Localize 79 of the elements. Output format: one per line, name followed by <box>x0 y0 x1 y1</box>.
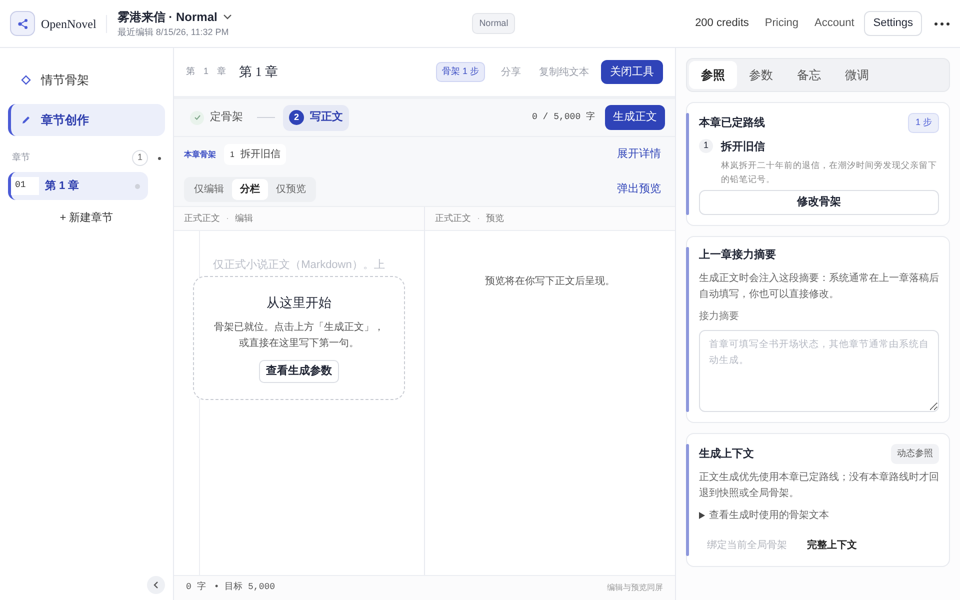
settings-button[interactable]: Settings <box>864 11 922 36</box>
more-icon[interactable] <box>934 22 950 26</box>
view-mode-tab[interactable]: 仅预览 <box>268 178 314 200</box>
start-card-title: 从这里开始 <box>266 294 332 312</box>
column-title: 正式正文 <box>184 212 220 225</box>
column-title: 正式正文 <box>435 212 471 225</box>
mode-badge: Normal <box>472 12 516 34</box>
start-card-text: 骨架已就位。点击上方「生成正文」，或直接在这里写下第一句。 <box>213 320 385 351</box>
step-label: 拆开旧信 <box>240 148 280 162</box>
skeleton-badge: 骨架 1 步 <box>436 62 485 82</box>
step-number: 1 <box>230 148 234 160</box>
nav-item[interactable]: 情节骨架 <box>8 64 165 96</box>
step-label: 定骨架 <box>210 110 243 126</box>
check-icon <box>190 110 204 124</box>
editor-field[interactable]: 仅正式小说正文（Markdown）。上 从这里开始 骨架已就位。点击上方「生成正文」，或直接在这里写下第一句。 查看生成参数 <box>200 231 424 575</box>
word-count: 0 / 5,000 字 <box>532 110 595 124</box>
step-label: 写正文 <box>310 110 343 126</box>
panel-tab[interactable]: 备忘 <box>785 61 833 89</box>
view-mode-tab[interactable]: 分栏 <box>232 178 268 200</box>
caret-icon <box>699 512 705 518</box>
card-title: 本章已定路线 <box>699 116 766 130</box>
card-title: 生成上下文 <box>699 446 755 462</box>
app-name: OpenNovel <box>41 14 108 32</box>
panel-tab[interactable]: 微调 <box>833 61 881 89</box>
target-count: • 目标 5,000 <box>214 581 276 594</box>
card-badge: 动态参照 <box>891 444 939 464</box>
disclosure-toggle[interactable]: 查看生成时使用的骨架文本 <box>699 508 939 522</box>
nav-item[interactable]: 章节创作 <box>8 104 165 136</box>
view-mode-tab[interactable]: 仅编辑 <box>186 178 232 200</box>
context-button: 绑定当前全局骨架 <box>699 534 795 556</box>
logo-icon[interactable] <box>10 11 35 36</box>
separator-dot: · <box>477 212 480 225</box>
step-number: 2 <box>289 110 304 125</box>
edit-skeleton-button[interactable]: 修改骨架 <box>699 190 939 214</box>
chevron-down-icon[interactable] <box>223 14 232 20</box>
column-mode: 预览 <box>486 212 504 225</box>
card-title: 上一章接力摘要 <box>699 248 777 262</box>
chapter-title: 第 1 章 <box>45 178 80 194</box>
project-title[interactable]: 雾港来信 · Normal <box>117 8 218 26</box>
word-count: 0 字 <box>186 581 206 594</box>
view-params-button[interactable]: 查看生成参数 <box>259 360 339 382</box>
collapse-button[interactable] <box>147 576 165 594</box>
step-item[interactable]: 定骨架 <box>184 104 249 130</box>
column-mode: 编辑 <box>235 212 253 225</box>
chapter-label: 第 1 章 <box>186 65 230 78</box>
generate-button[interactable]: 生成正文 <box>605 105 665 130</box>
credits-text: 200 credits <box>695 16 749 32</box>
panel-tab[interactable]: 参数 <box>737 61 785 89</box>
panel-tab[interactable]: 参照 <box>689 61 737 89</box>
step-title: 拆开旧信 <box>721 140 766 154</box>
close-tools-button[interactable]: 关闭工具 <box>601 60 663 84</box>
summary-field[interactable]: 首章可填写全书开场状态，其他章节通常由系统自动生成。 <box>699 330 939 412</box>
field-label: 接力摘要 <box>699 310 740 324</box>
card-description: 生成正文时会注入这段摘要：系统通常在上一章落稿后自动填写，你也可以直接修改。 <box>699 272 939 302</box>
last-edited-text: 最近编辑 8/15/26, 11:32 PM <box>117 26 230 39</box>
step-number: 1 <box>699 138 713 152</box>
step-description: 林岚拆开二十年前的退信，在潮汐时间旁发现父亲留下的铅笔记号。 <box>721 159 938 186</box>
step-item[interactable]: 2 写正文 <box>283 104 349 130</box>
chapter-number: 01 <box>11 177 39 195</box>
context-button[interactable]: 完整上下文 <box>799 534 865 556</box>
expand-link[interactable]: 展开详情 <box>617 146 665 163</box>
chapter-item[interactable]: 01 第 1 章 <box>8 172 148 200</box>
new-chapter-button[interactable]: + 新建章节 <box>60 210 114 226</box>
chapter-count: 1 <box>132 150 148 166</box>
nav-link[interactable]: Account <box>814 15 854 32</box>
card-badge: 1 步 <box>908 113 939 132</box>
popout-link[interactable]: 弹出预览 <box>617 180 665 198</box>
skeleton-chip[interactable]: 1 拆开旧信 <box>224 144 286 165</box>
separator-dot: · <box>226 212 229 225</box>
pencil-icon <box>21 115 31 125</box>
nav-link[interactable]: Pricing <box>764 15 798 32</box>
preview-pane: 预览将在你写下正文后呈现。 <box>484 274 616 289</box>
section-label: 章节 <box>12 151 31 164</box>
chapter-title: 第 1 章 <box>239 63 278 82</box>
card-description: 正文生成优先使用本章已定路线；没有本章路线时才回退到快照或全局骨架。 <box>699 470 939 500</box>
chevron-left-icon <box>153 581 159 589</box>
skeleton-label: 本章骨架 <box>184 148 216 160</box>
diamond-icon <box>21 75 31 85</box>
layout-mode-text: 编辑与预览同屏 <box>607 582 663 594</box>
